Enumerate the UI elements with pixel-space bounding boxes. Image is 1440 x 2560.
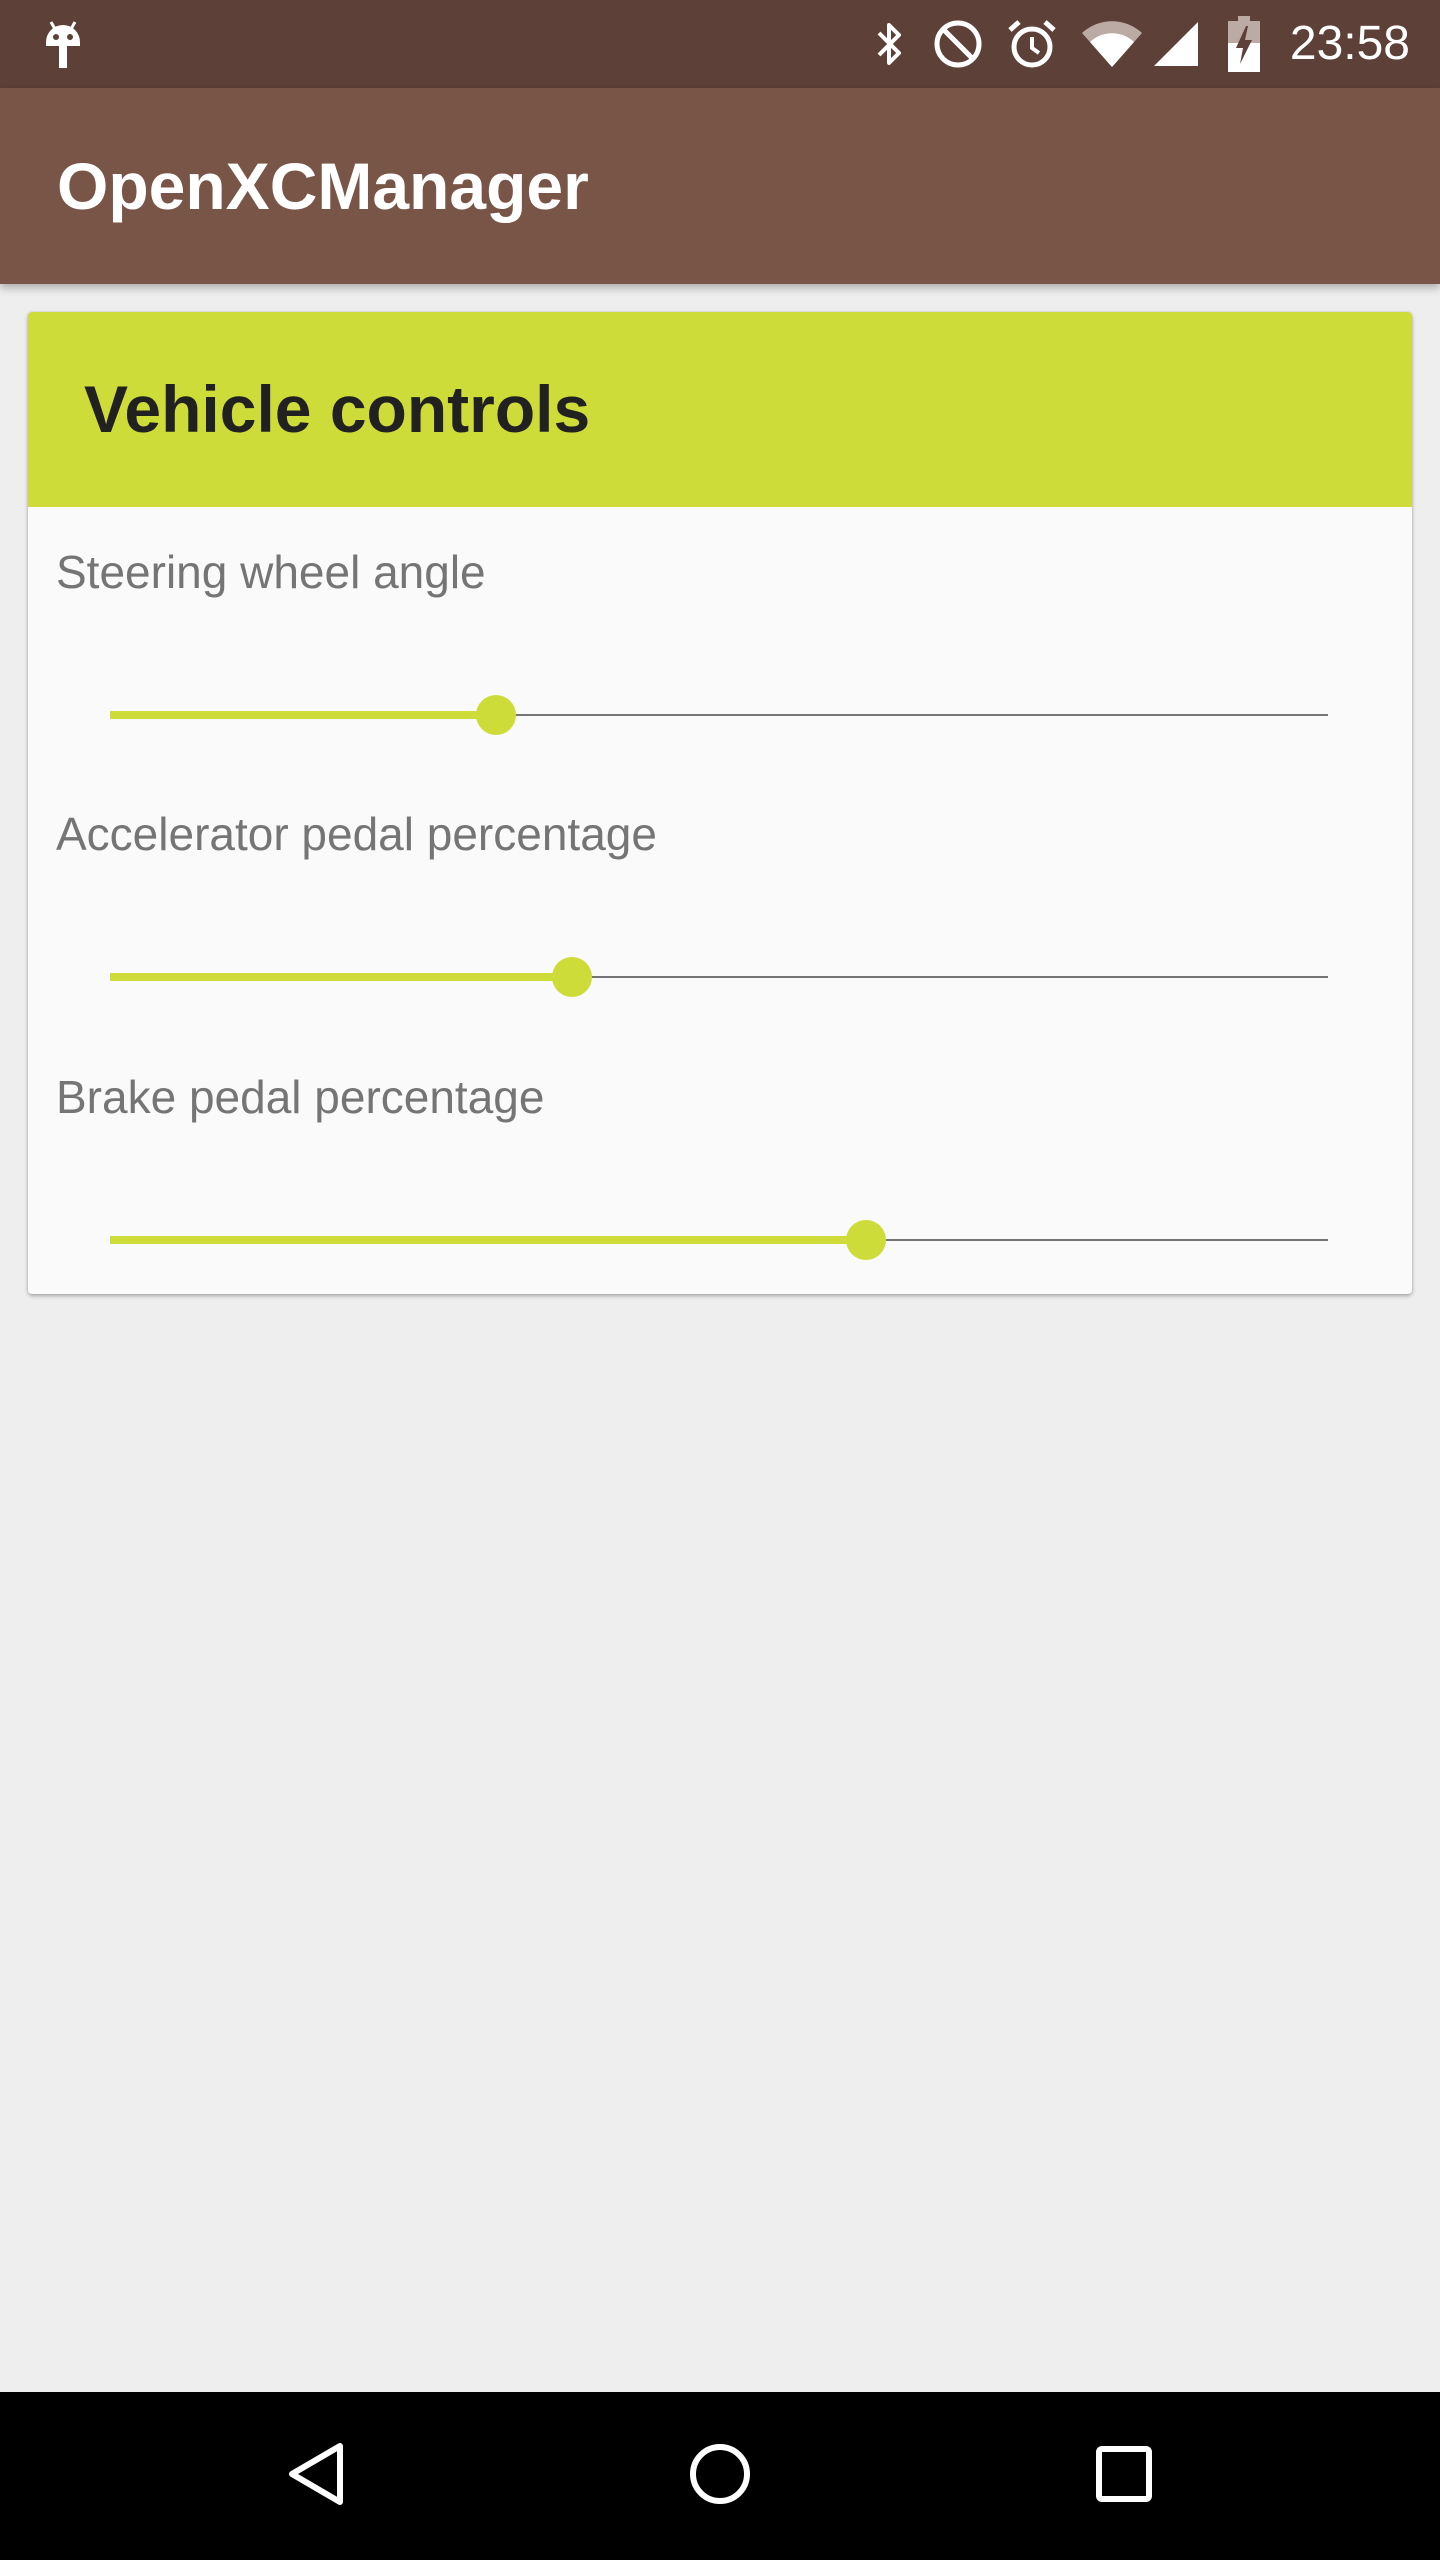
brake-pedal-percentage-label: Brake pedal percentage <box>56 1071 545 1123</box>
navigation-bar <box>0 2392 1440 2560</box>
steering-wheel-angle-slider[interactable] <box>110 685 1328 745</box>
home-icon <box>688 2442 752 2511</box>
steering-wheel-angle-label: Steering wheel angle <box>56 546 486 598</box>
slider-thumb[interactable] <box>551 957 592 997</box>
accelerator-pedal-percentage-label: Accelerator pedal percentage <box>56 808 657 860</box>
alarm-icon <box>1004 0 1060 88</box>
slider-fill <box>110 1236 867 1244</box>
app-bar: OpenXCManager <box>0 88 1440 284</box>
android-debug-icon <box>38 0 88 88</box>
slider-fill <box>110 711 497 719</box>
card-header: Vehicle controls <box>28 312 1412 507</box>
slider-thumb[interactable] <box>846 1220 887 1260</box>
recents-icon <box>1095 2445 1153 2508</box>
cellular-signal-icon <box>1150 0 1202 88</box>
app-title: OpenXCManager <box>57 149 589 223</box>
accelerator-pedal-percentage-slider[interactable] <box>110 947 1328 1007</box>
home-button[interactable] <box>640 2392 800 2560</box>
slider-fill <box>110 973 572 981</box>
status-bar: 23:58 <box>0 0 1440 88</box>
recents-button[interactable] <box>1044 2392 1204 2560</box>
vehicle-controls-card: Vehicle controls Steering wheel angle Ac… <box>28 312 1412 1294</box>
wifi-icon <box>1080 0 1144 88</box>
bluetooth-icon <box>868 0 912 88</box>
back-button[interactable] <box>236 2392 396 2560</box>
brake-pedal-percentage-slider[interactable] <box>110 1210 1328 1270</box>
back-icon <box>284 2440 348 2513</box>
card-title: Vehicle controls <box>84 372 591 446</box>
slider-thumb[interactable] <box>476 695 517 735</box>
battery-charging-icon <box>1222 0 1266 88</box>
status-time: 23:58 <box>1289 17 1410 70</box>
do-not-disturb-icon <box>930 0 986 88</box>
